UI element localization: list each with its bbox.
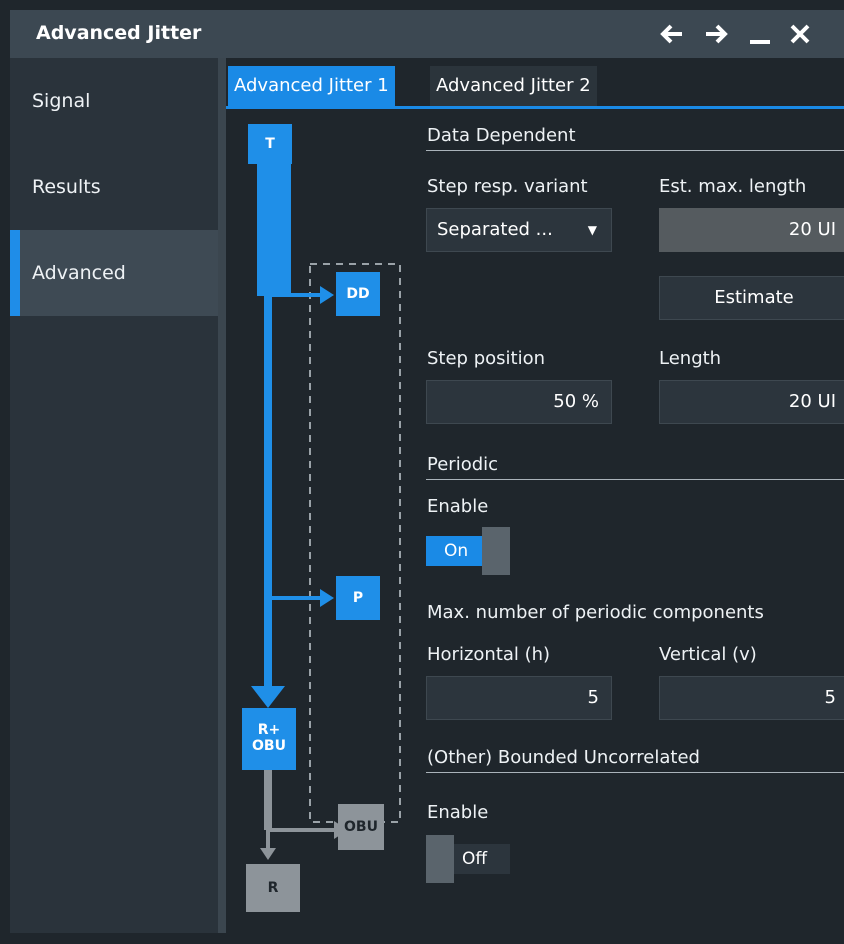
vertical-field[interactable]: 5 (659, 676, 844, 720)
estimate-button[interactable]: Estimate (659, 276, 844, 320)
horizontal-label: Horizontal (h) (427, 644, 551, 665)
dashed-group-box (309, 263, 401, 823)
sidebar-item-results[interactable]: Results (10, 144, 218, 230)
chevron-down-icon: ▼ (587, 223, 597, 237)
est-max-length-label: Est. max. length (659, 176, 807, 197)
periodic-enable-label: Enable (427, 496, 489, 517)
t-stem (257, 164, 291, 296)
toggle-knob (426, 835, 454, 883)
main-arrow-head (251, 686, 285, 708)
section-divider (426, 479, 844, 480)
tab-advanced-jitter-2[interactable]: Advanced Jitter 2 (430, 66, 597, 106)
toggle-state: Off (454, 844, 510, 874)
est-max-length-field: 20 UI (659, 208, 844, 252)
length-field[interactable]: 20 UI (659, 380, 844, 424)
data-dependent-header: Data Dependent (427, 125, 576, 146)
toggle-knob (482, 527, 510, 575)
sidebar-item-label: Results (32, 176, 101, 198)
sidebar-item-signal[interactable]: Signal (10, 58, 218, 144)
r-block-label: R (267, 880, 279, 896)
tab-advanced-jitter-1[interactable]: Advanced Jitter 1 (228, 66, 395, 106)
forward-arrow-icon[interactable] (700, 18, 732, 50)
r-obu-block-label: R+ OBU (252, 722, 286, 754)
step-position-label: Step position (427, 348, 546, 369)
sidebar: Signal Results Advanced (10, 58, 218, 933)
step-position-field[interactable]: 50 % (426, 380, 612, 424)
close-icon[interactable] (784, 18, 816, 50)
sidebar-item-label: Signal (32, 90, 91, 112)
splitter[interactable] (218, 58, 226, 933)
bounded-uncorrelated-header: (Other) Bounded Uncorrelated (427, 747, 700, 768)
length-label: Length (659, 348, 722, 369)
t-block-label: T (265, 136, 275, 152)
title-bar: Advanced Jitter (10, 10, 844, 58)
tab-underline (226, 106, 844, 109)
section-divider (426, 772, 844, 773)
section-divider (426, 150, 844, 151)
minimize-icon[interactable] (744, 18, 776, 50)
main-arrow-shaft (264, 296, 272, 686)
step-resp-variant-label: Step resp. variant (427, 176, 588, 197)
window-title: Advanced Jitter (36, 22, 202, 44)
max-periodic-components-label: Max. number of periodic components (427, 602, 764, 623)
sidebar-item-label: Advanced (32, 262, 126, 284)
obu-enable-label: Enable (427, 802, 489, 823)
step-resp-variant-select[interactable]: Separated ... ▼ (426, 208, 612, 252)
jitter-decomposition-diagram (242, 124, 401, 912)
toggle-state: On (426, 536, 482, 566)
step-resp-variant-value: Separated ... (437, 219, 553, 240)
dd-block-label: DD (346, 286, 370, 302)
periodic-header: Periodic (427, 454, 499, 475)
p-block-label: P (352, 590, 364, 606)
horizontal-field[interactable]: 5 (426, 676, 612, 720)
obu-enable-toggle[interactable]: Off (426, 835, 512, 883)
obu-block-label: OBU (344, 819, 378, 835)
periodic-enable-toggle[interactable]: On (426, 527, 512, 575)
content-panel: Advanced Jitter 1 Advanced Jitter 2 T DD… (226, 58, 844, 933)
sidebar-item-advanced[interactable]: Advanced (10, 230, 218, 316)
back-arrow-icon[interactable] (656, 18, 688, 50)
vertical-label: Vertical (v) (659, 644, 757, 665)
